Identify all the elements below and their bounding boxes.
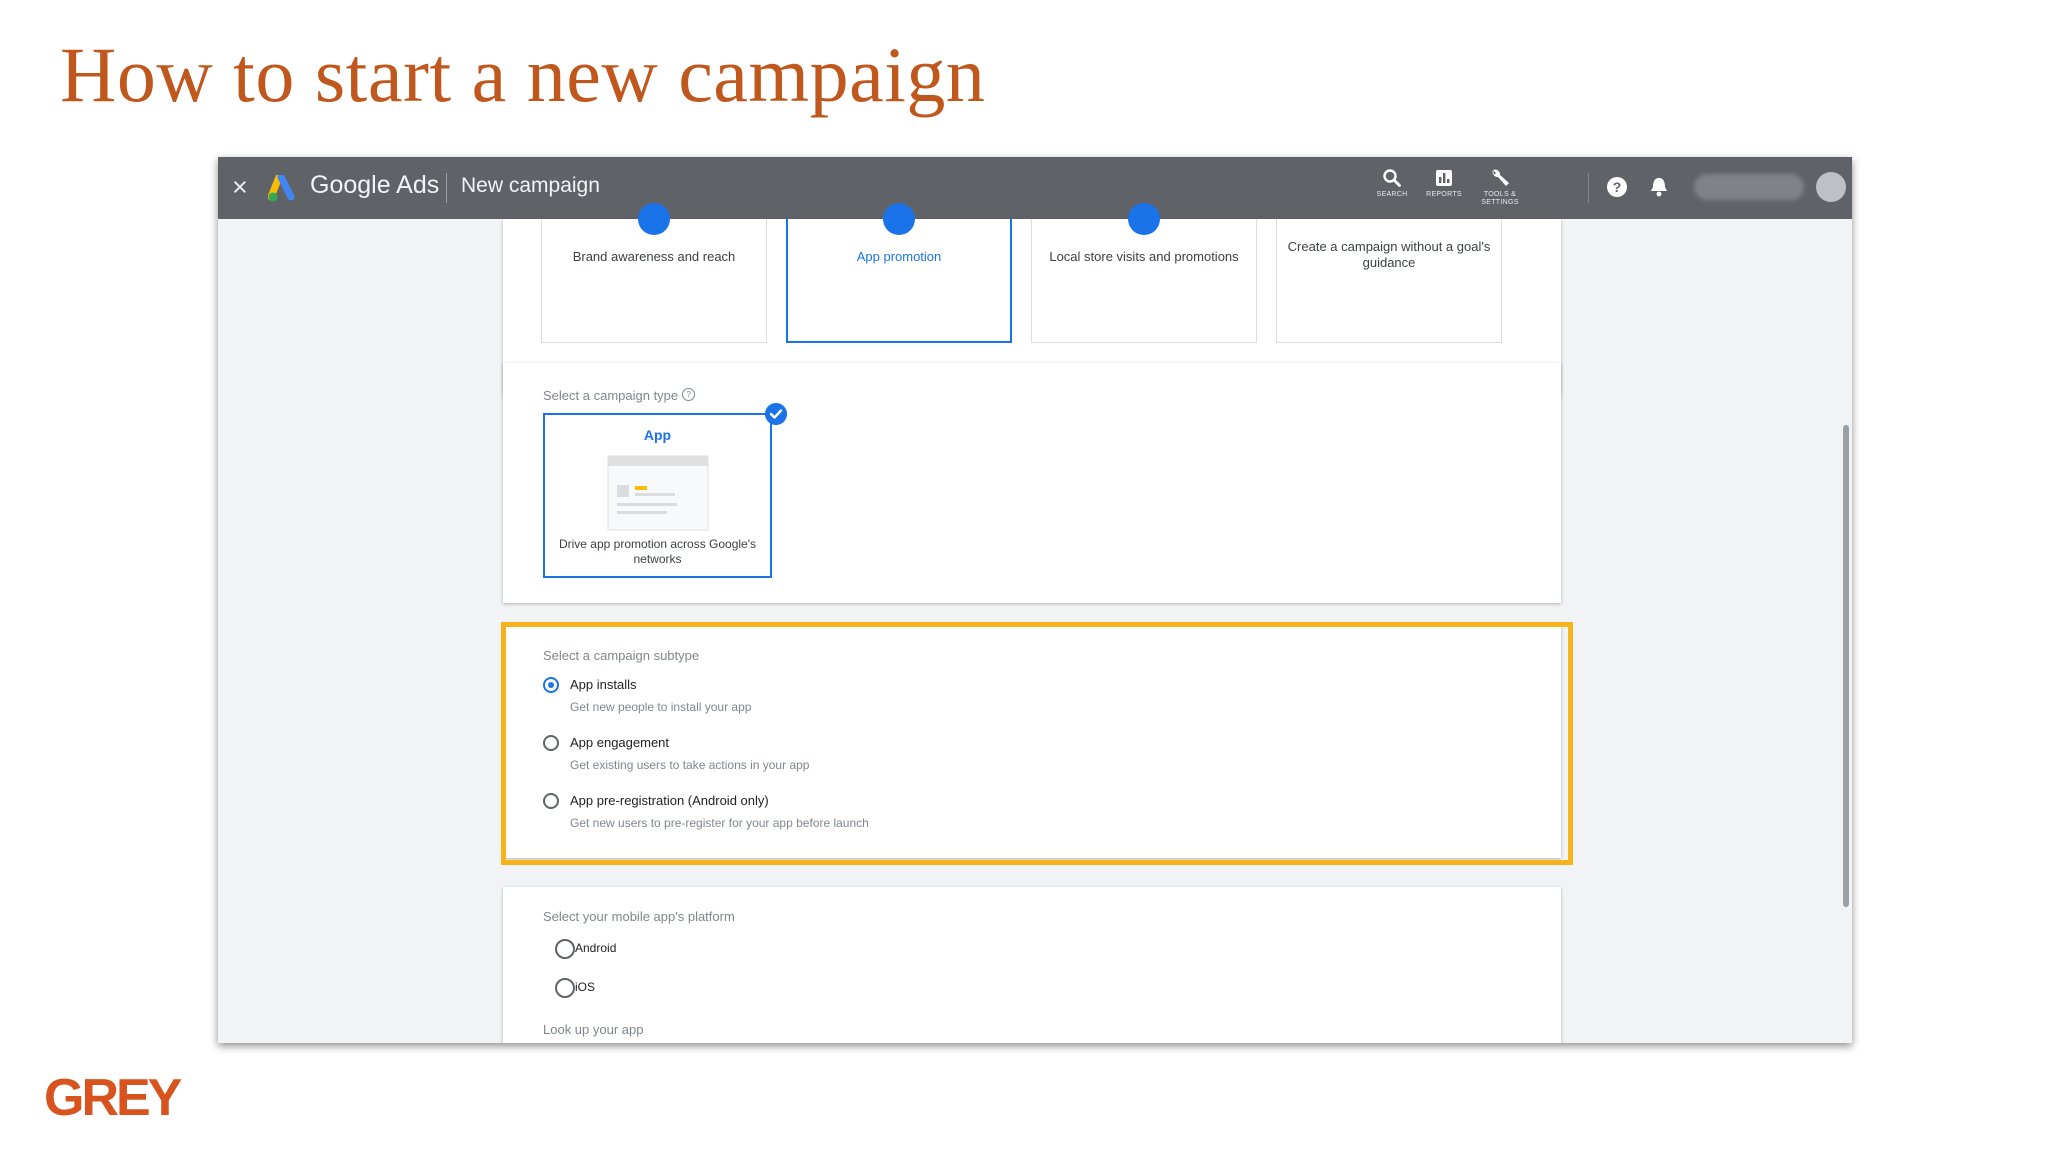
top-app-bar: × Google Ads New campaign SEARCH REPORTS [218,157,1852,219]
goal-label: Create a campaign without a goal's guida… [1287,239,1491,270]
tools-settings-label: TOOLS & SETTINGS [1481,191,1519,206]
page-name: New campaign [461,174,600,197]
campaign-type-section-label: Select a campaign type? [543,388,696,403]
wrench-icon [1492,169,1509,186]
google-ads-logo-icon [268,175,295,202]
svg-text:?: ? [1613,179,1622,195]
avatar[interactable] [1816,172,1846,202]
reports-icon [1436,170,1452,186]
goal-icon [883,203,915,235]
account-name-blurred[interactable] [1694,174,1804,200]
toolbar-separator [1588,173,1589,203]
brand-name[interactable]: Google Ads [310,171,439,200]
radio-button[interactable] [555,939,575,959]
help-circle-icon[interactable]: ? [682,388,696,401]
app-platform-card: Select your mobile app's platform Androi… [503,887,1561,1043]
lookup-app-label: Look up your app [543,1022,644,1037]
platform-option-label: iOS [575,980,596,994]
platform-option-label: Android [575,941,617,955]
grey-logo: GREY [44,1072,204,1132]
search-tool-button[interactable]: SEARCH [1364,168,1420,199]
radio-button[interactable] [555,978,575,998]
reports-tool-label: REPORTS [1426,191,1462,198]
goal-local-store-visits[interactable]: Local store visits and promotions [1031,203,1257,343]
goal-label: Brand awareness and reach [572,249,736,264]
search-tool-label: SEARCH [1376,191,1408,198]
reports-tool-button[interactable]: REPORTS [1416,168,1472,199]
brand-divider [446,173,447,203]
campaign-type-app-card[interactable]: App Drive app promotion across Google's … [543,413,772,578]
campaign-type-label: Select a campaign type [543,388,679,403]
grey-logo-tagline [74,1122,76,1128]
app-platform-label: Select your mobile app's platform [543,909,735,924]
close-icon[interactable]: × [232,172,248,203]
goal-no-guidance[interactable]: Create a campaign without a goal's guida… [1276,219,1502,343]
google-ads-screenshot: × Google Ads New campaign SEARCH REPORTS [218,157,1852,1043]
goal-app-promotion[interactable]: App promotion [786,203,1012,343]
grey-logo-wordmark: GREY [44,1069,182,1127]
tools-settings-button[interactable]: TOOLS & SETTINGS [1472,168,1528,207]
highlight-box [501,622,1573,865]
selected-check-icon [765,403,787,425]
campaign-type-title: App [643,427,672,443]
goal-label: App promotion [856,249,942,264]
goal-icon [638,203,670,235]
goal-brand-awareness[interactable]: Brand awareness and reach [541,203,767,343]
campaign-type-description: Drive app promotion across Google's netw… [558,537,757,566]
goal-label: Local store visits and promotions [1049,249,1239,264]
notifications-bell-icon[interactable] [1649,176,1669,198]
goal-icon [1128,203,1160,235]
app-illustration-icon [607,455,709,531]
scrollbar[interactable] [1843,425,1849,907]
slide-title: How to start a new campaign [60,31,986,118]
help-icon[interactable]: ? [1606,176,1628,198]
search-icon [1383,169,1401,187]
campaign-type-card: Select a campaign type? App Drive app pr… [503,363,1561,603]
